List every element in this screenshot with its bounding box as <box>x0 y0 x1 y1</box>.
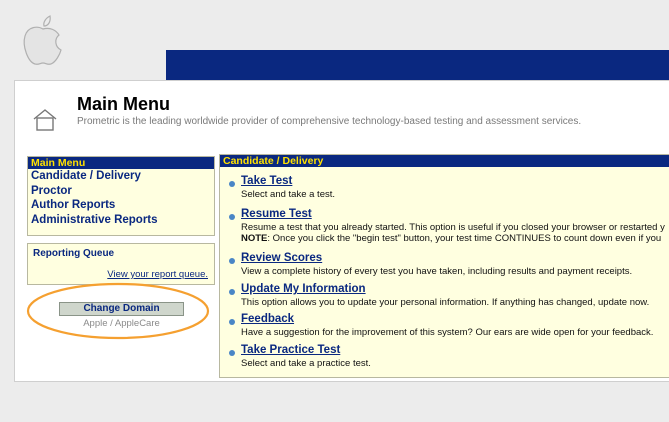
update-my-information-link[interactable]: Update My Information <box>241 283 366 295</box>
take-practice-test-description: Select and take a practice test. <box>241 358 371 369</box>
bullet-icon <box>229 319 235 325</box>
bullet-icon <box>229 258 235 264</box>
right-panel: Candidate / Delivery Take Test Select an… <box>219 154 669 378</box>
left-menu-header: Main Menu <box>28 157 214 169</box>
home-icon <box>33 109 57 131</box>
apple-logo <box>23 15 62 65</box>
note-text: : Once you click the "begin test" button… <box>267 233 662 244</box>
take-test-description: Select and take a test. <box>241 189 336 200</box>
page-subtitle: Prometric is the leading worldwide provi… <box>77 116 582 127</box>
feedback-link[interactable]: Feedback <box>241 313 294 325</box>
feedback-description: Have a suggestion for the improvement of… <box>241 327 654 338</box>
menu-item-author-reports[interactable]: Author Reports <box>28 198 214 213</box>
bullet-icon <box>229 289 235 295</box>
page-title: Main Menu <box>77 94 170 114</box>
reporting-queue-title: Reporting Queue <box>33 248 115 259</box>
highlight-circle-annotation <box>26 282 210 340</box>
resume-test-description: Resume a test that you already started. … <box>241 222 665 233</box>
bullet-icon <box>229 214 235 220</box>
menu-item-administrative-reports[interactable]: Administrative Reports <box>28 213 214 228</box>
bullet-icon <box>229 181 235 187</box>
left-menu: Main Menu Candidate / Delivery Proctor A… <box>27 156 215 236</box>
page: Main Menu Prometric is the leading world… <box>0 0 669 422</box>
reporting-queue-box: Reporting Queue View your report queue. <box>27 243 215 285</box>
bullet-icon <box>229 350 235 356</box>
take-test-link[interactable]: Take Test <box>241 175 292 187</box>
header-bar <box>166 50 669 80</box>
view-report-queue-link[interactable]: View your report queue. <box>107 269 208 280</box>
resume-test-note: NOTE: Once you click the "begin test" bu… <box>241 233 661 244</box>
note-label: NOTE <box>241 233 268 244</box>
review-scores-description: View a complete history of every test yo… <box>241 266 633 277</box>
update-my-information-description: This option allows you to update your pe… <box>241 297 650 308</box>
take-practice-test-link[interactable]: Take Practice Test <box>241 344 340 356</box>
resume-test-link[interactable]: Resume Test <box>241 208 312 220</box>
right-panel-header: Candidate / Delivery <box>220 155 669 167</box>
menu-item-proctor[interactable]: Proctor <box>28 184 214 199</box>
review-scores-link[interactable]: Review Scores <box>241 252 322 264</box>
menu-item-candidate-delivery[interactable]: Candidate / Delivery <box>28 169 214 184</box>
